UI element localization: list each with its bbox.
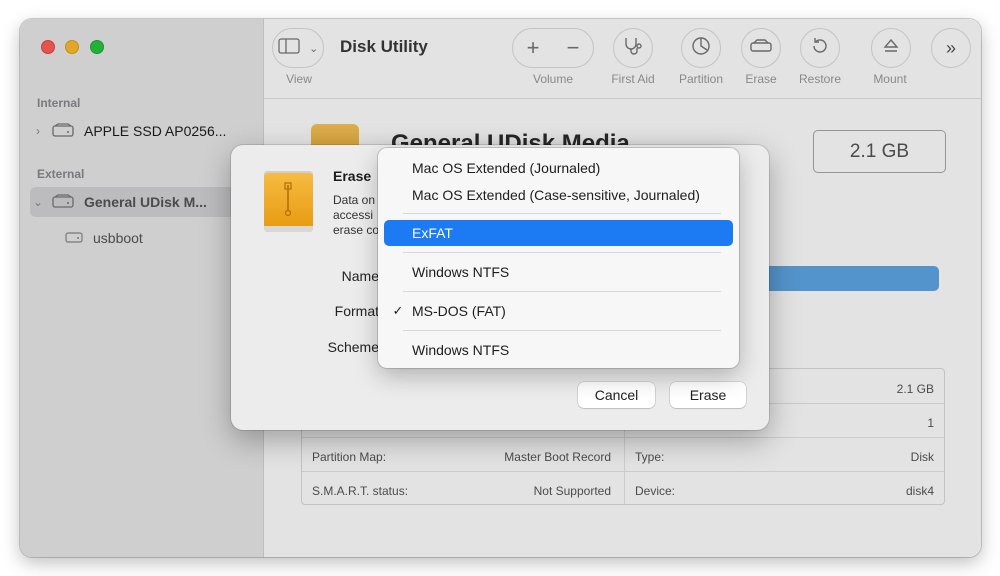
view-label: View <box>286 72 312 86</box>
minimize-window-button[interactable] <box>65 40 79 54</box>
window-title: Disk Utility <box>340 37 428 56</box>
sidebar-header-internal: Internal <box>37 96 81 110</box>
menu-separator <box>403 291 721 292</box>
chevron-right-icon[interactable]: › <box>30 124 46 138</box>
dialog-description: Data on accessi erase co <box>333 193 383 238</box>
restore-label: Restore <box>798 72 842 86</box>
sidebar-item-general-udisk[interactable]: ⌄ General UDisk M... <box>30 187 253 217</box>
menu-item-label: Windows NTFS <box>412 342 510 358</box>
minus-icon[interactable]: − <box>567 35 580 61</box>
format-dropdown-menu: Mac OS Extended (Journaled) Mac OS Exten… <box>378 148 739 368</box>
view-button[interactable]: ⌄ <box>272 28 324 68</box>
info-value: Disk <box>910 450 934 464</box>
volume-button-group[interactable]: + − <box>512 28 594 68</box>
sidebar-item-label: General UDisk M... <box>84 194 207 210</box>
dialog-title: Erase <box>333 168 372 184</box>
scheme-label: Scheme <box>327 339 379 355</box>
mount-button[interactable] <box>871 28 911 68</box>
sidebar-item-apple-ssd[interactable]: › APPLE SSD AP0256... <box>30 116 253 146</box>
disk-size: 2.1 GB <box>813 130 946 173</box>
menu-item-ms-dos-fat[interactable]: ✓ MS-DOS (FAT) <box>384 298 733 324</box>
toolbar: ⌄ View Disk Utility + − Volume First Aid… <box>264 19 981 99</box>
dialog-description-line: erase co <box>333 223 380 237</box>
sidebar-icon <box>278 37 300 59</box>
menu-item-windows-ntfs-2[interactable]: Windows NTFS <box>384 337 733 363</box>
zoom-window-button[interactable] <box>90 40 104 54</box>
table-row: Type: Disk <box>635 447 934 467</box>
menu-item-windows-ntfs[interactable]: Windows NTFS <box>384 259 733 285</box>
info-key: Type: <box>635 450 665 464</box>
menu-separator <box>403 330 721 331</box>
row-divider <box>302 471 944 472</box>
info-value: Master Boot Record <box>504 450 611 464</box>
name-label: Name <box>341 268 379 284</box>
eject-icon <box>882 37 900 60</box>
menu-item-label: MS-DOS (FAT) <box>412 303 506 319</box>
dialog-description-line: Data on <box>333 193 376 207</box>
chevron-down-icon[interactable]: ⌄ <box>30 195 46 209</box>
restore-icon <box>810 36 830 61</box>
menu-item-label: Windows NTFS <box>412 264 510 280</box>
volume-label: Volume <box>532 72 574 86</box>
double-chevron-right-icon: » <box>945 37 956 58</box>
eraser-icon <box>749 38 773 59</box>
sidebar-item-label: APPLE SSD AP0256... <box>84 123 227 139</box>
pie-chart-icon <box>691 36 711 61</box>
table-row: Device: disk4 <box>635 481 934 501</box>
info-key: S.M.A.R.T. status: <box>312 484 409 498</box>
restore-button[interactable] <box>800 28 840 68</box>
table-row: Partition Map: Master Boot Record <box>312 447 611 467</box>
volume-icon <box>65 230 83 246</box>
menu-item-label: ExFAT <box>412 225 453 241</box>
mount-label: Mount <box>873 72 907 86</box>
menu-separator <box>403 252 721 253</box>
drive-icon <box>52 193 74 211</box>
sidebar-header-external: External <box>37 167 85 181</box>
menu-item-mac-os-extended-journaled[interactable]: Mac OS Extended (Journaled) <box>384 155 733 181</box>
info-key: Device: <box>635 484 676 498</box>
info-value: Not Supported <box>533 484 611 498</box>
dialog-description-line: accessi <box>333 208 374 222</box>
info-key: Partition Map: <box>312 450 387 464</box>
info-value: disk4 <box>905 484 934 498</box>
chevron-down-icon: ⌄ <box>309 42 319 55</box>
cancel-button[interactable]: Cancel <box>578 382 655 408</box>
checkmark-icon: ✓ <box>392 303 404 318</box>
usb-drive-icon <box>264 171 313 232</box>
menu-separator <box>403 213 721 214</box>
erase-toolbar-button[interactable] <box>741 28 781 68</box>
first-aid-button[interactable] <box>613 28 653 68</box>
menu-item-mac-os-extended-case-sensitive[interactable]: Mac OS Extended (Case-sensitive, Journal… <box>384 182 733 208</box>
drive-icon <box>52 122 74 140</box>
menu-item-label: Mac OS Extended (Case-sensitive, Journal… <box>412 187 700 203</box>
stethoscope-icon <box>622 36 644 61</box>
menu-item-exfat[interactable]: ExFAT <box>384 220 733 246</box>
close-window-button[interactable] <box>41 40 55 54</box>
sidebar-item-label: usbboot <box>93 230 143 246</box>
row-divider <box>302 437 944 438</box>
sidebar: Internal › APPLE SSD AP0256... External … <box>20 19 264 557</box>
format-label: Format <box>334 303 379 319</box>
menu-item-label: Mac OS Extended (Journaled) <box>412 160 601 176</box>
first-aid-label: First Aid <box>611 72 655 86</box>
erase-button[interactable]: Erase <box>670 382 746 408</box>
table-row: S.M.A.R.T. status: Not Supported <box>312 481 611 501</box>
more-toolbar-button[interactable]: » <box>931 28 971 68</box>
partition-button[interactable] <box>681 28 721 68</box>
plus-icon[interactable]: + <box>527 35 540 61</box>
sidebar-item-usbboot[interactable]: usbboot <box>65 223 253 253</box>
